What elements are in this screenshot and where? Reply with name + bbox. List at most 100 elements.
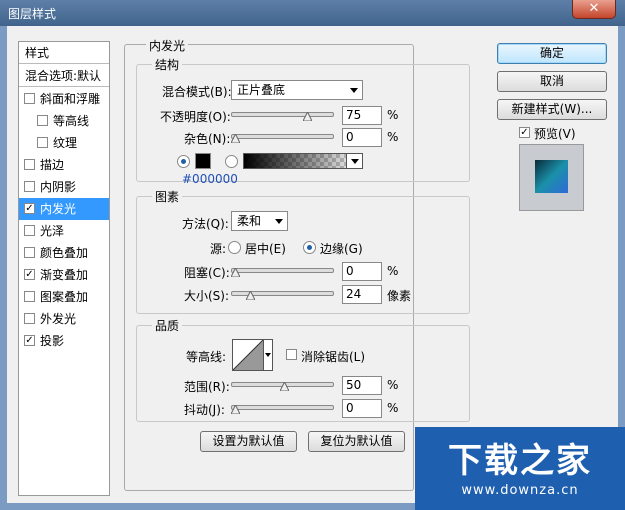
style-item-checkbox[interactable]: ✓	[24, 335, 35, 346]
window-title: 图层样式	[8, 7, 57, 21]
source-center-radio[interactable]	[228, 241, 241, 254]
size-input[interactable]: 24	[342, 285, 382, 304]
ok-button[interactable]: 确定	[497, 43, 607, 64]
contour-preview[interactable]	[232, 339, 264, 371]
blend-mode-label: 混合模式(B):	[162, 85, 232, 99]
style-item-checkbox[interactable]	[24, 181, 35, 192]
style-item[interactable]: 斜面和浮雕	[19, 88, 109, 110]
solid-color-radio[interactable]	[177, 155, 190, 168]
style-item[interactable]: 颜色叠加	[19, 242, 109, 264]
size-unit: 像素	[387, 289, 412, 303]
elements-title: 图素	[152, 188, 183, 205]
inner-glow-title: 内发光	[146, 37, 189, 54]
style-item[interactable]: 光泽	[19, 220, 109, 242]
style-item-checkbox[interactable]	[24, 159, 35, 170]
style-item-label: 纹理	[53, 136, 78, 150]
contour-dropdown-button[interactable]	[264, 339, 273, 371]
noise-slider-track[interactable]	[231, 134, 334, 139]
cancel-button[interactable]: 取消	[497, 71, 607, 92]
source-center-label: 居中(E)	[245, 242, 286, 256]
style-item[interactable]: 等高线	[19, 110, 109, 132]
style-item-checkbox[interactable]	[37, 137, 48, 148]
jitter-unit: %	[387, 401, 399, 415]
structure-title: 结构	[152, 56, 183, 73]
blend-mode-select[interactable]: 正片叠底	[231, 80, 363, 100]
opacity-slider-thumb[interactable]	[303, 112, 312, 121]
choke-input[interactable]: 0	[342, 262, 382, 281]
style-item[interactable]: 外发光	[19, 308, 109, 330]
source-edge-radio[interactable]	[303, 241, 316, 254]
style-item[interactable]: ✓ 内发光	[19, 198, 109, 220]
choke-slider-track[interactable]	[231, 268, 334, 273]
contour-linear-icon	[232, 339, 264, 371]
style-item-checkbox[interactable]	[24, 225, 35, 236]
preview-checkbox[interactable]: ✓	[519, 127, 530, 138]
style-item[interactable]: 描边	[19, 154, 109, 176]
style-item-label: 描边	[40, 158, 65, 172]
contour-label: 等高线:	[186, 350, 227, 364]
style-item-label: 投影	[40, 334, 65, 348]
style-item-label: 内阴影	[40, 180, 77, 194]
style-item[interactable]: 纹理	[19, 132, 109, 154]
jitter-slider-track[interactable]	[231, 405, 334, 410]
choke-slider-thumb[interactable]	[231, 268, 240, 277]
style-item-label: 外发光	[40, 312, 77, 326]
watermark-url: www.downza.cn	[461, 483, 579, 498]
style-item-checkbox[interactable]: ✓	[24, 269, 35, 280]
style-item-checkbox[interactable]	[24, 313, 35, 324]
style-item-checkbox[interactable]	[37, 115, 48, 126]
style-item-checkbox[interactable]	[24, 247, 35, 258]
jitter-slider-thumb[interactable]	[231, 405, 240, 414]
gradient-radio[interactable]	[225, 155, 238, 168]
range-input[interactable]: 50	[342, 376, 382, 395]
reset-default-button[interactable]: 复位为默认值	[308, 431, 405, 452]
opacity-slider-track[interactable]	[231, 112, 334, 117]
size-label: 大小(S):	[184, 289, 230, 303]
quality-title: 品质	[152, 317, 183, 334]
preview-thumbnail	[535, 160, 568, 193]
style-item-checkbox[interactable]	[24, 93, 35, 104]
style-item[interactable]: ✓ 渐变叠加	[19, 264, 109, 286]
chevron-down-icon	[351, 159, 359, 164]
range-unit: %	[387, 378, 399, 392]
glow-color-swatch[interactable]	[195, 153, 211, 169]
blend-options-item[interactable]: 混合选项:默认	[19, 65, 109, 87]
method-select[interactable]: 柔和	[231, 211, 288, 231]
range-slider-thumb[interactable]	[280, 382, 289, 391]
style-item-checkbox[interactable]: ✓	[24, 203, 35, 214]
antialias-label: 消除锯齿(L)	[301, 350, 366, 364]
blend-mode-value: 正片叠底	[237, 83, 286, 97]
styles-header[interactable]: 样式	[19, 42, 109, 64]
opacity-unit: %	[387, 108, 399, 122]
noise-slider-thumb[interactable]	[231, 134, 240, 143]
style-item[interactable]: 图案叠加	[19, 286, 109, 308]
antialias-checkbox[interactable]	[286, 349, 297, 360]
style-item-label: 图案叠加	[40, 290, 89, 304]
opacity-input[interactable]: 75	[342, 106, 382, 125]
gradient-preview[interactable]	[243, 153, 363, 169]
style-preview	[519, 144, 584, 211]
styles-list: 样式 混合选项:默认 斜面和浮雕等高线纹理描边内阴影 ✓ 内发光光泽颜色叠加 ✓ 渐变叠…	[18, 41, 110, 496]
gradient-dropdown-button[interactable]	[346, 153, 363, 169]
choke-unit: %	[387, 264, 399, 278]
style-item-checkbox[interactable]	[24, 291, 35, 302]
style-item-label: 斜面和浮雕	[40, 92, 101, 106]
choke-label: 阻塞(C):	[184, 266, 230, 280]
style-item-label: 渐变叠加	[40, 268, 89, 282]
jitter-label: 抖动(J):	[184, 403, 225, 417]
opacity-label: 不透明度(O):	[160, 110, 231, 124]
style-item-label: 光泽	[40, 224, 65, 238]
style-item[interactable]: 内阴影	[19, 176, 109, 198]
new-style-button[interactable]: 新建样式(W)...	[497, 99, 607, 120]
style-item[interactable]: ✓ 投影	[19, 330, 109, 352]
title-bar: 图层样式 ✕	[0, 0, 625, 26]
noise-input[interactable]: 0	[342, 128, 382, 147]
close-button[interactable]: ✕	[572, 0, 616, 19]
blend-options-label: 混合选项:默认	[25, 69, 102, 83]
size-slider-thumb[interactable]	[246, 291, 255, 300]
watermark: 下载之家 www.downza.cn	[415, 427, 625, 510]
source-label: 源:	[210, 242, 227, 256]
jitter-input[interactable]: 0	[342, 399, 382, 418]
preview-label: 预览(V)	[534, 127, 576, 141]
make-default-button[interactable]: 设置为默认值	[200, 431, 297, 452]
